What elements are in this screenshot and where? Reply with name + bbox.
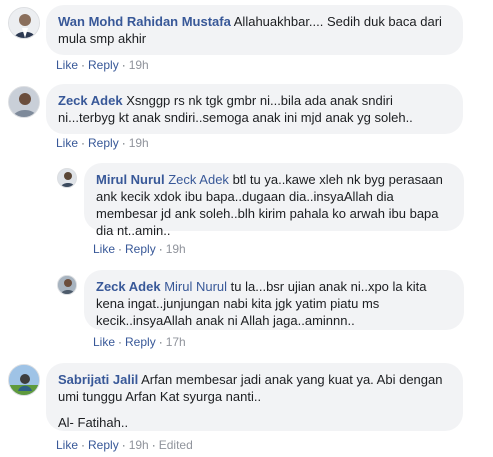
reply-button[interactable]: Reply (88, 136, 119, 150)
like-button[interactable]: Like (56, 136, 78, 150)
comment-timestamp[interactable]: 19h (166, 242, 186, 256)
comment-timestamp[interactable]: 19h (129, 438, 149, 452)
comment-author[interactable]: Sabrijati Jalil (58, 372, 138, 387)
comment-actions: Like · Reply · 19h (93, 242, 186, 256)
comment-bubble: Wan Mohd Rahidan Mustafa Allahuakhbar...… (46, 5, 463, 55)
mention-tag[interactable]: Mirul Nurul (164, 279, 227, 294)
comment-text-line: Al- Fatihah.. (58, 415, 129, 430)
comment-bubble: Zeck Adek Xsnggp rs nk tgk gmbr ni...bil… (46, 84, 463, 134)
avatar[interactable] (8, 86, 40, 118)
comment-bubble: Mirul Nurul Zeck Adek btl tu ya..kawe xl… (84, 163, 464, 238)
comment-author[interactable]: Zeck Adek (58, 93, 123, 108)
reply-button[interactable]: Reply (125, 335, 156, 349)
comment-actions: Like · Reply · 19h (56, 136, 149, 150)
comment-bubble: Sabrijati Jalil Arfan membesar jadi anak… (46, 363, 463, 431)
avatar[interactable] (8, 364, 40, 396)
mention-tag[interactable]: Zeck Adek (168, 172, 229, 187)
comment-author[interactable]: Zeck Adek (96, 279, 161, 294)
comment-author[interactable]: Wan Mohd Rahidan Mustafa (58, 14, 231, 29)
avatar[interactable] (57, 275, 77, 295)
comment-timestamp[interactable]: 19h (129, 58, 149, 72)
avatar[interactable] (8, 7, 40, 39)
comment-timestamp[interactable]: 19h (129, 136, 149, 150)
reply-button[interactable]: Reply (88, 438, 119, 452)
comment-bubble: Zeck Adek Mirul Nurul tu la...bsr ujian … (84, 270, 464, 330)
like-button[interactable]: Like (93, 335, 115, 349)
comment-timestamp[interactable]: 17h (166, 335, 186, 349)
comment-actions: Like · Reply · 19h · Edited (56, 438, 193, 452)
like-button[interactable]: Like (56, 438, 78, 452)
like-button[interactable]: Like (93, 242, 115, 256)
comment-actions: Like · Reply · 17h (93, 335, 186, 349)
comment-author[interactable]: Mirul Nurul (96, 172, 165, 187)
edited-label[interactable]: Edited (159, 438, 193, 452)
reply-button[interactable]: Reply (125, 242, 156, 256)
like-button[interactable]: Like (56, 58, 78, 72)
avatar[interactable] (57, 168, 77, 188)
reply-button[interactable]: Reply (88, 58, 119, 72)
comment-actions: Like · Reply · 19h (56, 58, 149, 72)
